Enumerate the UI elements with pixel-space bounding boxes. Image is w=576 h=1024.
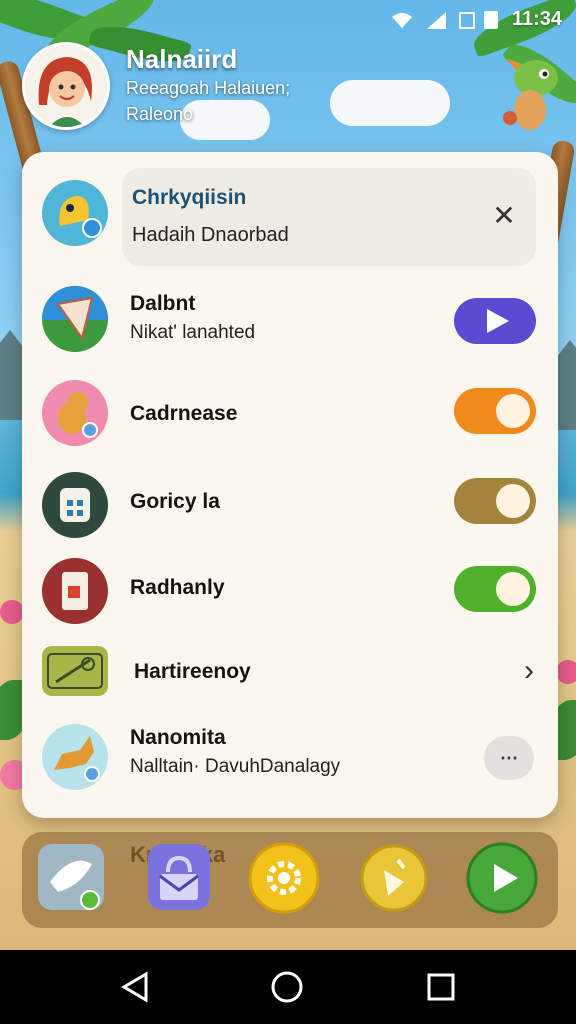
- cloud: [180, 100, 270, 140]
- chevron-right-icon[interactable]: ›: [524, 654, 534, 688]
- toggle-knob: [496, 484, 530, 518]
- row-title: Cadrnease: [130, 402, 238, 425]
- fox-app-icon: [42, 380, 108, 446]
- row-subtitle: Nikat' lanahted: [130, 322, 256, 343]
- row-subtitle: Nalltain· DavuhDanalagy: [130, 756, 341, 777]
- cloud: [330, 80, 450, 126]
- close-icon[interactable]: ✕: [486, 198, 522, 234]
- play-store-icon[interactable]: [466, 842, 538, 914]
- messages-app-icon[interactable]: [36, 842, 108, 914]
- row-title: Radhanly: [130, 576, 225, 599]
- flower: [0, 600, 24, 624]
- settings-card: Chrkyqiisin Hadaih Dnaorbad ✕ Dalbnt Nik…: [22, 152, 558, 818]
- row-title: Goricy la: [130, 490, 220, 513]
- toggle-switch[interactable]: [454, 566, 536, 612]
- back-triangle-icon[interactable]: [118, 970, 152, 1004]
- wifi-icon: [390, 11, 414, 29]
- app-dock: Kmrnnka: [22, 832, 558, 928]
- notification-title: Chrkyqiisin: [132, 186, 247, 209]
- robot-app-icon: [42, 472, 108, 538]
- profile-subtitle-2: Raleono: [126, 104, 194, 124]
- navigation-bar: [0, 950, 576, 1024]
- flower: [556, 660, 576, 684]
- avatar[interactable]: [22, 42, 110, 130]
- profile-subtitle: Reeagoah Halaiuen;: [126, 78, 291, 98]
- status-bar: 11:34: [0, 0, 576, 40]
- toggle-switch[interactable]: [454, 478, 536, 524]
- horse-app-icon: [42, 724, 108, 790]
- play-icon: [487, 309, 509, 333]
- more-icon[interactable]: ⋯: [484, 736, 534, 780]
- toggle-knob: [496, 394, 530, 428]
- row-title: Nanomita: [130, 726, 226, 749]
- play-button[interactable]: [454, 298, 536, 344]
- row-title: Hartireenoy: [134, 660, 251, 683]
- toggle-switch[interactable]: [454, 388, 536, 434]
- sail-app-icon: [42, 286, 108, 352]
- status-time: 11:34: [511, 8, 562, 30]
- toggle-knob: [496, 572, 530, 606]
- notification-subtitle: Hadaih Dnaorbad: [132, 224, 289, 246]
- bird-app-icon: [42, 180, 108, 246]
- music-app-icon[interactable]: [358, 842, 430, 914]
- recents-square-icon[interactable]: [424, 970, 458, 1004]
- settings-gear-icon[interactable]: [248, 842, 320, 914]
- notification-banner[interactable]: Chrkyqiisin Hadaih Dnaorbad ✕: [122, 168, 536, 266]
- profile-name: Nalnaiird: [126, 44, 238, 74]
- tool-app-icon: [42, 646, 108, 696]
- card-app-icon: [42, 558, 108, 624]
- mail-app-icon[interactable]: [146, 842, 218, 914]
- row-title: Dalbnt: [130, 292, 196, 315]
- battery-icon: [458, 10, 502, 30]
- signal-icon: [424, 10, 448, 30]
- dragon-mascot-icon: [496, 48, 566, 138]
- home-circle-icon[interactable]: [270, 970, 304, 1004]
